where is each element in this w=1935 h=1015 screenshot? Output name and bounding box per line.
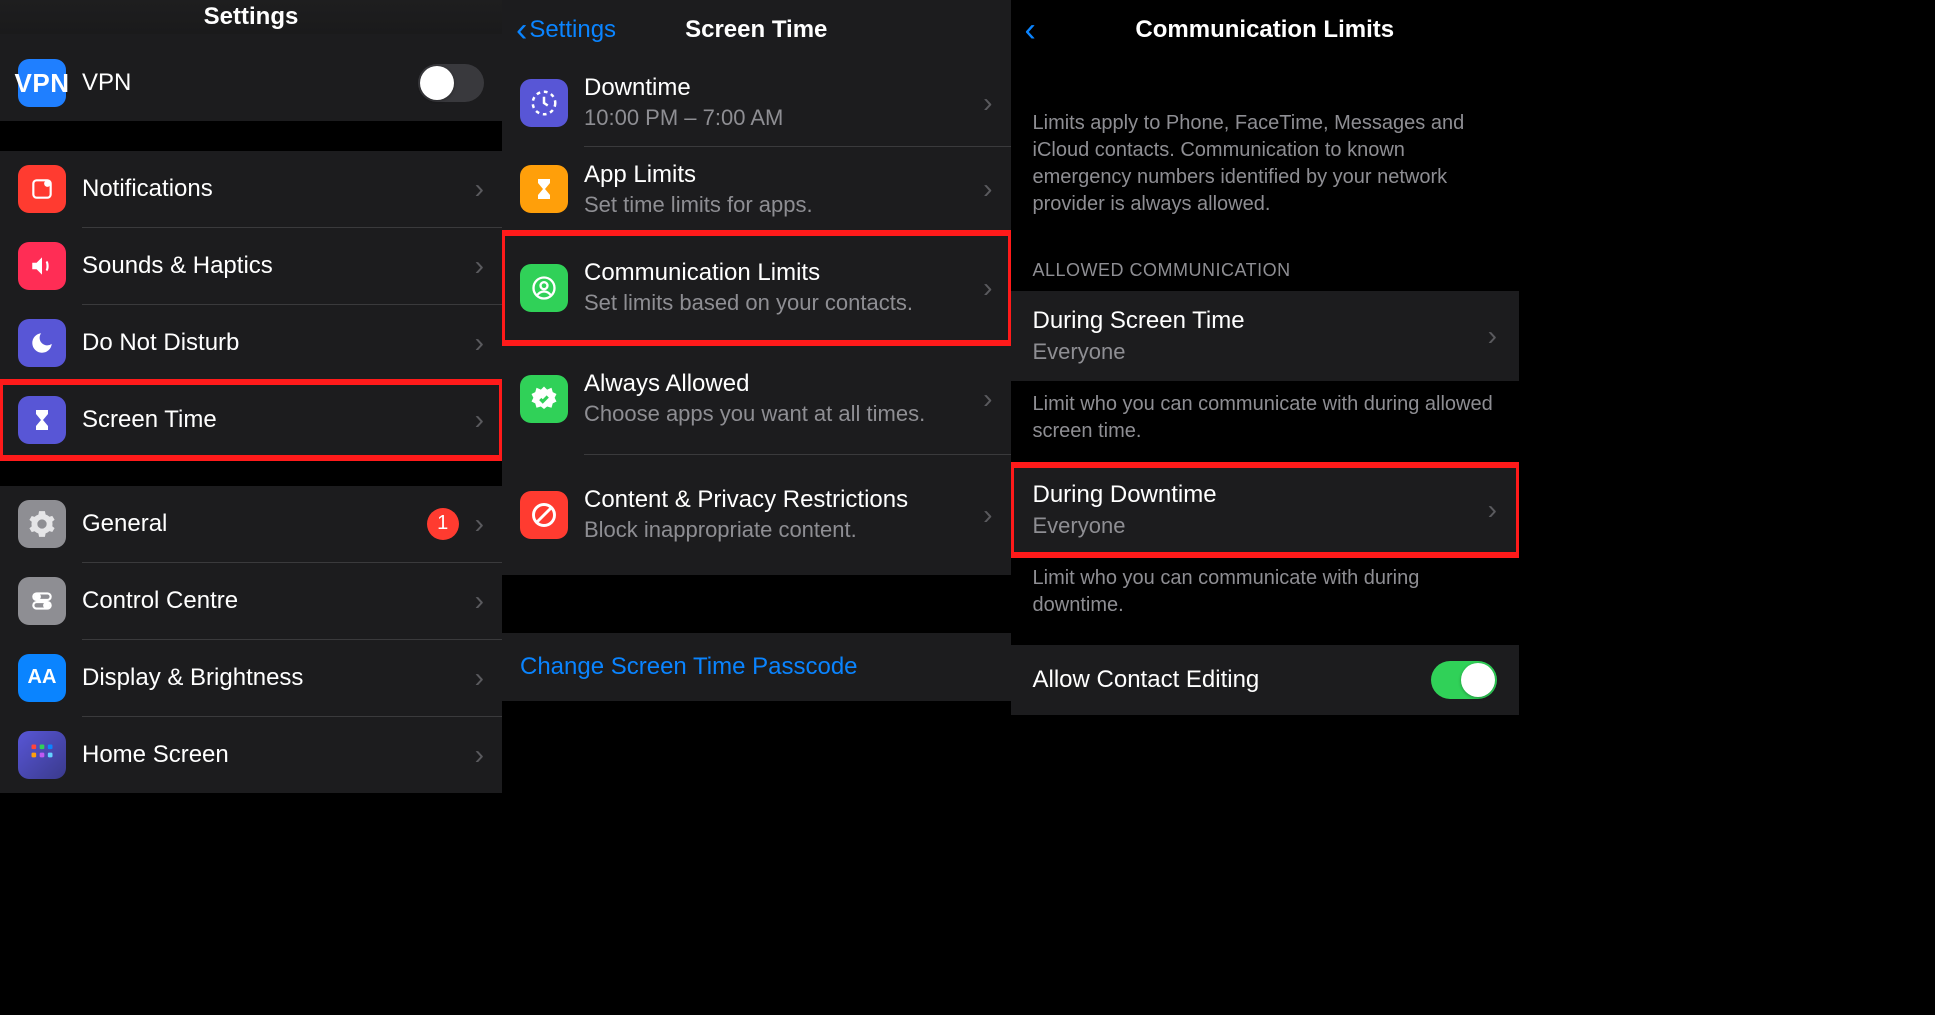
row-always-allowed[interactable]: Always Allowed Choose apps you want at a…	[502, 344, 1011, 454]
chevron-right-icon: ›	[983, 87, 992, 119]
chevron-right-icon: ›	[475, 327, 484, 359]
row-title: During Downtime	[1033, 481, 1217, 509]
row-subtitle: Set limits based on your contacts.	[584, 289, 967, 317]
display-icon: AA	[18, 654, 66, 702]
gear-icon	[18, 500, 66, 548]
chevron-right-icon: ›	[475, 404, 484, 436]
page-title: Communication Limits	[1135, 16, 1394, 44]
row-title: Downtime	[584, 74, 967, 102]
row-label: Notifications	[82, 175, 459, 203]
row-title: Allow Contact Editing	[1033, 666, 1260, 694]
vpn-toggle[interactable]	[418, 64, 484, 102]
downtime-footer: Limit who you can communicate with durin…	[1011, 555, 1520, 639]
sounds-icon	[18, 242, 66, 290]
row-vpn[interactable]: VPN VPN	[0, 45, 502, 121]
row-sounds[interactable]: Sounds & Haptics ›	[0, 228, 502, 304]
always-allowed-icon	[520, 375, 568, 423]
page-title: Settings	[204, 3, 299, 31]
row-during-screen-time[interactable]: During Screen Time Everyone ›	[1011, 291, 1520, 381]
row-display[interactable]: AA Display & Brightness ›	[0, 640, 502, 716]
row-control-centre[interactable]: Control Centre ›	[0, 563, 502, 639]
home-screen-icon	[18, 731, 66, 779]
section-header: ALLOWED COMMUNICATION	[1011, 238, 1520, 291]
link-label: Change Screen Time Passcode	[520, 653, 858, 680]
screen-time-footer: Limit who you can communicate with durin…	[1011, 381, 1520, 465]
row-title: Communication Limits	[584, 259, 967, 287]
chevron-right-icon: ›	[475, 739, 484, 771]
downtime-icon	[520, 79, 568, 127]
chevron-right-icon: ›	[475, 173, 484, 205]
back-button[interactable]: ‹ Settings	[516, 16, 616, 44]
vpn-icon: VPN	[18, 59, 66, 107]
row-home-screen[interactable]: Home Screen ›	[0, 717, 502, 793]
communication-icon	[520, 264, 568, 312]
chevron-right-icon: ›	[1488, 494, 1497, 526]
row-label: Display & Brightness	[82, 664, 459, 692]
chevron-right-icon: ›	[1488, 320, 1497, 352]
titlebar-communication-limits: ‹ Communication Limits	[1011, 0, 1520, 60]
row-general[interactable]: General 1 ›	[0, 486, 502, 562]
row-label: Sounds & Haptics	[82, 252, 459, 280]
chevron-right-icon: ›	[475, 662, 484, 694]
control-centre-icon	[18, 577, 66, 625]
titlebar-screen-time: ‹ Settings Screen Time	[502, 0, 1011, 60]
row-during-downtime[interactable]: During Downtime Everyone ›	[1011, 465, 1520, 555]
panel-screen-time: ‹ Settings Screen Time Downtime 10:00 PM…	[502, 0, 1011, 793]
hourglass-icon	[18, 396, 66, 444]
row-subtitle: Block inappropriate content.	[584, 516, 967, 544]
row-subtitle: Choose apps you want at all times.	[584, 400, 967, 428]
moon-icon	[18, 319, 66, 367]
row-label: Home Screen	[82, 741, 459, 769]
row-communication-limits[interactable]: Communication Limits Set limits based on…	[502, 233, 1011, 343]
row-allow-contact-editing[interactable]: Allow Contact Editing	[1011, 645, 1520, 715]
row-downtime[interactable]: Downtime 10:00 PM – 7:00 AM ›	[502, 60, 1011, 146]
row-dnd[interactable]: Do Not Disturb ›	[0, 305, 502, 381]
panel-settings: Settings VPN VPN Notifications › Sounds …	[0, 0, 502, 793]
row-label: General	[82, 510, 411, 538]
row-label: VPN	[82, 69, 402, 97]
notification-badge: 1	[427, 508, 459, 540]
page-title: Screen Time	[685, 16, 827, 44]
row-title: During Screen Time	[1033, 307, 1245, 335]
chevron-right-icon: ›	[983, 272, 992, 304]
chevron-right-icon: ›	[475, 585, 484, 617]
row-notifications[interactable]: Notifications ›	[0, 151, 502, 227]
row-label: Do Not Disturb	[82, 329, 459, 357]
panel-communication-limits: ‹ Communication Limits Limits apply to P…	[1011, 0, 1520, 793]
change-passcode-link[interactable]: Change Screen Time Passcode	[502, 633, 1011, 701]
restrictions-icon	[520, 491, 568, 539]
row-screen-time[interactable]: Screen Time ›	[0, 382, 502, 458]
row-subtitle: Everyone	[1033, 513, 1217, 539]
notifications-icon	[18, 165, 66, 213]
app-limits-icon	[520, 165, 568, 213]
titlebar-settings: Settings	[0, 0, 502, 34]
row-subtitle: Everyone	[1033, 339, 1245, 365]
row-title: Content & Privacy Restrictions	[584, 486, 967, 514]
row-restrictions[interactable]: Content & Privacy Restrictions Block ina…	[502, 455, 1011, 575]
row-label: Control Centre	[82, 587, 459, 615]
row-subtitle: Set time limits for apps.	[584, 191, 967, 219]
intro-text: Limits apply to Phone, FaceTime, Message…	[1011, 110, 1520, 238]
allow-contact-toggle[interactable]	[1431, 661, 1497, 699]
row-label: Screen Time	[82, 406, 459, 434]
row-title: App Limits	[584, 161, 967, 189]
chevron-right-icon: ›	[983, 383, 992, 415]
chevron-right-icon: ›	[475, 250, 484, 282]
row-app-limits[interactable]: App Limits Set time limits for apps. ›	[502, 147, 1011, 233]
row-subtitle: 10:00 PM – 7:00 AM	[584, 104, 967, 132]
chevron-right-icon: ›	[983, 173, 992, 205]
back-label: Settings	[529, 16, 616, 44]
chevron-right-icon: ›	[983, 499, 992, 531]
row-title: Always Allowed	[584, 370, 967, 398]
chevron-right-icon: ›	[475, 508, 484, 540]
